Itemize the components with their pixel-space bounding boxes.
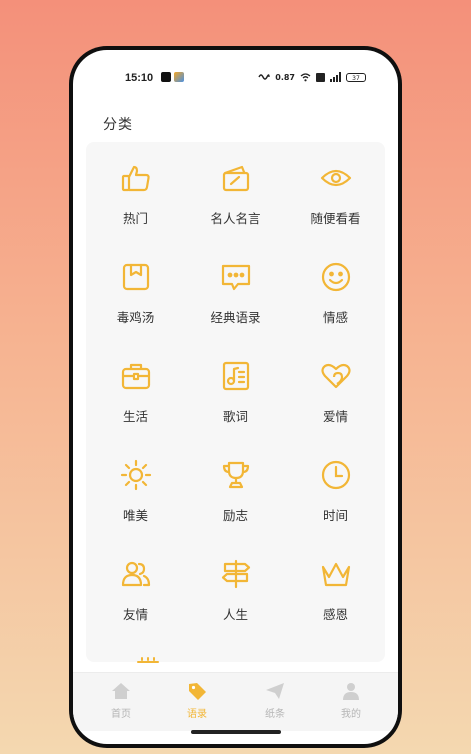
category-panel: 热门 名人名言 随便看看 毒鸡汤 经典语录 情感 生活 歌词 爱情 唯美 励志 … [86, 142, 385, 663]
category-label: 唯美 [122, 508, 148, 523]
category-item[interactable]: 经典语录 [186, 241, 285, 340]
app-screen: 15:10 0.87 37 分类 热门 名人名言 随便看看 毒鸡汤 经典语录 情… [73, 50, 398, 744]
category-label: 热门 [122, 211, 148, 226]
hd-icon [316, 72, 325, 82]
category-item[interactable]: 时间 [286, 439, 385, 538]
clock-icon [321, 460, 351, 490]
category-item[interactable]: 感恩 [286, 538, 385, 637]
phone-frame: 15:10 0.87 37 分类 热门 名人名言 随便看看 毒鸡汤 经典语录 情… [69, 46, 402, 748]
eye-icon [320, 169, 352, 187]
briefcase-icon [121, 363, 151, 390]
battery-icon: 37 [346, 72, 366, 82]
category-label: 随便看看 [310, 211, 361, 226]
category-item[interactable]: 唯美 [86, 439, 185, 538]
network-speed: 0.87 [275, 72, 295, 82]
tab-label: 首页 [111, 709, 131, 720]
tab-notes[interactable]: 纸条 [245, 681, 305, 720]
chat-icon [221, 264, 251, 291]
tab-quotes[interactable]: 语录 [167, 681, 227, 720]
category-item[interactable]: 名人名言 [186, 142, 285, 241]
paper-plane-icon [266, 683, 284, 699]
home-icon [112, 683, 130, 699]
signpost-icon [221, 559, 251, 589]
tab-mine[interactable]: 我的 [321, 681, 381, 720]
status-right-icons: 0.87 37 [258, 72, 366, 82]
category-label: 人生 [222, 607, 248, 622]
status-app-icons [161, 72, 184, 82]
thumbs-up-icon [121, 165, 150, 192]
hearts-icon [321, 363, 351, 389]
box-icon [122, 263, 150, 291]
crown-icon [321, 562, 351, 587]
trophy-icon [222, 461, 250, 489]
category-item[interactable]: 励志 [186, 439, 285, 538]
category-label: 生活 [122, 409, 148, 424]
category-label: 励志 [222, 508, 248, 523]
category-label: 经典语录 [210, 310, 261, 325]
category-label: 情感 [322, 310, 348, 325]
user-icon [343, 683, 359, 700]
bottom-tab-bar: 首页 语录 纸条 我的 [73, 672, 398, 731]
tab-label: 纸条 [265, 709, 285, 720]
tab-label: 语录 [187, 709, 207, 720]
category-label: 友情 [122, 607, 148, 622]
category-item[interactable]: 爱情 [286, 340, 385, 439]
category-label: 爱情 [322, 409, 348, 424]
category-label: 歌词 [222, 409, 248, 424]
category-label: 毒鸡汤 [116, 310, 155, 325]
app-icon [174, 72, 184, 82]
nfc-icon [258, 74, 270, 80]
category-item[interactable]: 随便看看 [286, 142, 385, 241]
app-icon [161, 72, 171, 82]
status-time: 15:10 [125, 72, 154, 84]
coffee-icon [137, 657, 159, 663]
status-bar: 15:10 0.87 37 [73, 70, 398, 88]
tag-icon [189, 683, 206, 700]
category-label: 感恩 [322, 607, 348, 622]
category-item[interactable]: 友情 [86, 538, 185, 637]
category-item[interactable]: 歌词 [186, 340, 285, 439]
category-item[interactable]: 人生 [186, 538, 285, 637]
page-title: 分类 [103, 117, 133, 133]
category-item[interactable]: 生活 [86, 340, 185, 439]
music-icon [222, 361, 250, 391]
card-icon [222, 165, 250, 192]
category-item[interactable]: 毒鸡汤 [86, 241, 185, 340]
wifi-icon [300, 73, 311, 82]
category-item[interactable]: 热门 [86, 142, 185, 241]
category-label: 名人名言 [210, 211, 261, 226]
smile-icon [321, 262, 351, 292]
signal-icon [330, 72, 341, 82]
battery-level: 37 [352, 74, 360, 82]
category-label: 时间 [322, 508, 348, 523]
sun-icon [120, 459, 152, 491]
friends-icon [121, 561, 151, 587]
tab-home[interactable]: 首页 [91, 681, 151, 720]
home-indicator [191, 730, 281, 734]
category-item[interactable]: 情感 [286, 241, 385, 340]
tab-label: 我的 [341, 709, 361, 720]
